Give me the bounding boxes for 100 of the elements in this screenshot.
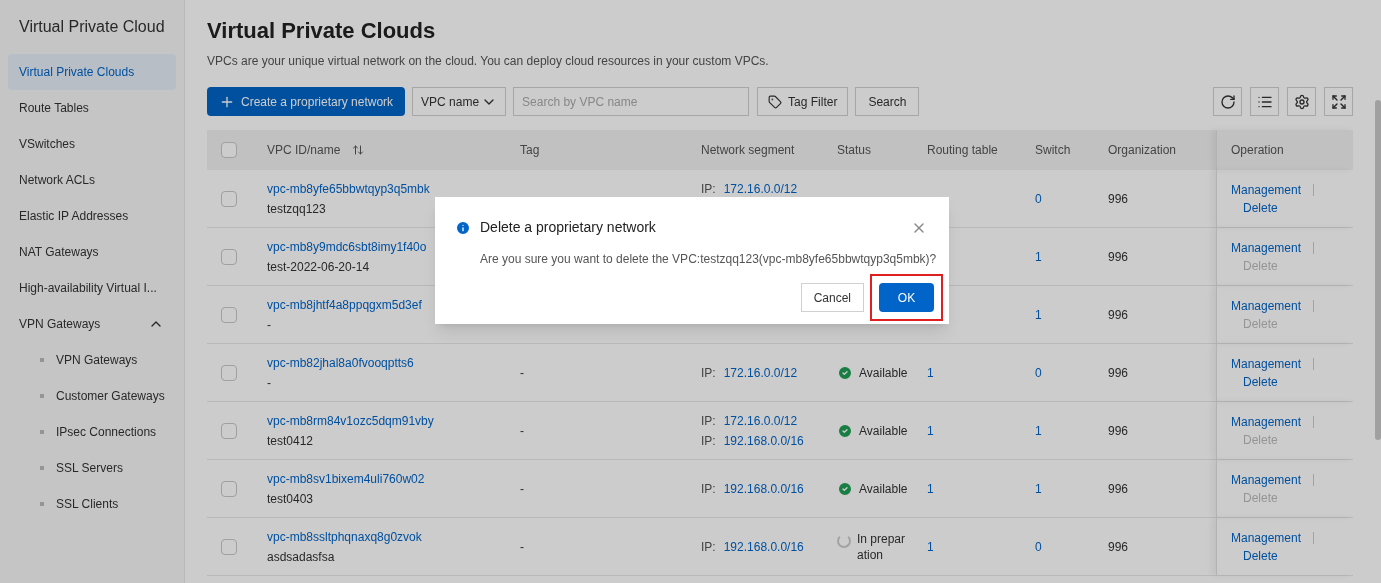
vpc-id-link[interactable]: vpc-mb8y9mdc6sbt8imy1f40o xyxy=(267,237,427,256)
checkbox[interactable] xyxy=(221,422,237,439)
vpc-id-link[interactable]: vpc-mb8yfe65bbwtqyp3q5mbk xyxy=(267,179,430,198)
vpc-name: test-2022-06-20-14 xyxy=(267,258,370,276)
checkbox[interactable] xyxy=(221,538,237,555)
list-button[interactable] xyxy=(1250,87,1279,116)
vpc-name: - xyxy=(267,316,271,334)
sidebar-item[interactable]: High-availability Virtual I... xyxy=(8,270,176,306)
fullscreen-button[interactable] xyxy=(1324,87,1353,116)
sidebar-item[interactable]: Network ACLs xyxy=(8,162,176,198)
vpc-name: test0412 xyxy=(267,432,314,450)
sidebar-item[interactable]: VPN Gateways xyxy=(8,306,176,342)
column-header: Routing table xyxy=(927,142,998,159)
organization-cell: 996 xyxy=(1108,481,1129,496)
routing-table-link[interactable]: 1 xyxy=(927,481,934,496)
column-header: Organization xyxy=(1108,142,1177,159)
switch-link[interactable]: 1 xyxy=(1035,481,1042,496)
organization-cell: 996 xyxy=(1108,307,1129,322)
segment-label: IP: xyxy=(701,181,716,198)
settings-icon xyxy=(1293,93,1310,110)
organization-cell: 996 xyxy=(1108,423,1129,438)
filter-select[interactable]: VPC name xyxy=(412,87,507,116)
segment-link[interactable]: 192.168.0.0/16 xyxy=(723,431,804,450)
tag-cell: - xyxy=(520,365,524,380)
checkbox[interactable] xyxy=(221,190,237,207)
delete-link[interactable]: Delete xyxy=(1243,372,1278,391)
organization-cell: 996 xyxy=(1108,539,1129,554)
vpc-id-link[interactable]: vpc-mb8ssltphqnaxq8g0zvok xyxy=(267,527,422,546)
scrollbar-thumb[interactable] xyxy=(1375,100,1381,440)
vpc-id-link[interactable]: vpc-mb8jhtf4a8ppqgxm5d3ef xyxy=(267,295,422,314)
switch-link[interactable]: 1 xyxy=(1035,307,1042,322)
vpc-name: - xyxy=(267,374,271,392)
switch-link[interactable]: 1 xyxy=(1035,249,1042,264)
sidebar-item[interactable]: NAT Gateways xyxy=(8,234,176,270)
checkbox[interactable] xyxy=(221,306,237,323)
tag-cell: - xyxy=(520,539,524,554)
cancel-button[interactable]: Cancel xyxy=(800,283,864,312)
switch-link[interactable]: 0 xyxy=(1035,365,1042,380)
organization-cell: 996 xyxy=(1108,191,1129,206)
vpc-name: asdsadasfsa xyxy=(267,548,335,566)
column-header: Tag xyxy=(520,142,540,159)
management-link[interactable]: Management xyxy=(1231,528,1302,547)
sidebar-item[interactable]: VPN Gateways xyxy=(8,342,176,378)
ok-button[interactable]: OK xyxy=(879,283,934,312)
sidebar-item[interactable]: Customer Gateways xyxy=(8,378,176,414)
vpc-name: testzqq123 xyxy=(267,200,326,218)
sidebar-item[interactable]: Route Tables xyxy=(8,90,176,126)
organization-cell: 996 xyxy=(1108,365,1129,380)
vpc-id-link[interactable]: vpc-mb8rm84v1ozc5dqm91vby xyxy=(267,411,434,430)
dialog-title: Delete a proprietary network xyxy=(480,218,656,237)
routing-table-link[interactable]: 1 xyxy=(927,423,934,438)
column-header: Status xyxy=(837,142,872,159)
segment-link[interactable]: 172.16.0.0/12 xyxy=(723,180,798,198)
management-link[interactable]: Management xyxy=(1231,180,1302,199)
column-header: Switch xyxy=(1035,142,1071,159)
routing-table-link[interactable]: 1 xyxy=(927,365,934,380)
management-link[interactable]: Management xyxy=(1231,354,1302,373)
segment-link[interactable]: 192.168.0.0/16 xyxy=(723,537,804,556)
sidebar-item[interactable]: Elastic IP Addresses xyxy=(8,198,176,234)
segment-label: IP: xyxy=(701,412,716,430)
segment-link[interactable]: 172.16.0.0/12 xyxy=(723,411,798,430)
switch-link[interactable]: 1 xyxy=(1035,423,1042,438)
delete-link[interactable]: Delete xyxy=(1243,546,1278,565)
refresh-button[interactable] xyxy=(1213,87,1242,116)
switch-link[interactable]: 0 xyxy=(1035,191,1042,206)
search-button[interactable]: Search xyxy=(855,87,920,116)
vpc-id-link[interactable]: vpc-mb82jhal8a0fvooqptts6 xyxy=(267,353,414,372)
sort-icon[interactable] xyxy=(352,144,365,156)
sidebar-item[interactable]: SSL Servers xyxy=(8,450,176,486)
sidebar-item[interactable]: SSL Clients xyxy=(8,486,176,522)
management-link[interactable]: Management xyxy=(1231,470,1302,489)
delete-link[interactable]: Delete xyxy=(1243,198,1278,217)
page-description: VPCs are your unique virtual network on the cloud. You can deploy cloud resources in your custom VPCs. xyxy=(207,53,770,70)
management-link[interactable]: Management xyxy=(1231,412,1302,431)
create-button[interactable]: Create a proprietary network xyxy=(207,87,406,116)
vpc-id-link[interactable]: vpc-mb8sv1bixem4uli760w02 xyxy=(267,469,425,488)
settings-button[interactable] xyxy=(1287,87,1316,116)
checkbox[interactable] xyxy=(221,248,237,265)
switch-link[interactable]: 0 xyxy=(1035,539,1042,554)
tag-filter-button[interactable]: Tag Filter xyxy=(757,87,849,116)
organization-cell: 996 xyxy=(1108,249,1129,264)
management-link[interactable]: Management xyxy=(1231,238,1302,257)
management-link[interactable]: Management xyxy=(1231,296,1302,315)
sidebar-item[interactable]: VSwitches xyxy=(8,126,176,162)
dialog-message: Are you sure you want to delete the VPC:testzqq123(vpc-mb8yfe65bbwtqyp3q5mbk)? xyxy=(480,251,937,268)
status-text: In preparation xyxy=(857,530,907,563)
checkbox[interactable] xyxy=(221,480,237,497)
checkbox[interactable] xyxy=(221,142,237,158)
bullet-icon xyxy=(40,466,44,470)
checkbox[interactable] xyxy=(221,364,237,381)
sidebar-item[interactable]: IPsec Connections xyxy=(8,414,176,450)
refresh-icon xyxy=(1219,93,1236,110)
routing-table-link[interactable]: 1 xyxy=(927,539,934,554)
tag-cell: - xyxy=(520,423,524,438)
sidebar-title: Virtual Private Cloud xyxy=(18,17,166,37)
sidebar-item[interactable]: Virtual Private Clouds xyxy=(8,54,176,90)
segment-link[interactable]: 192.168.0.0/16 xyxy=(723,479,804,498)
search-field[interactable]: Search by VPC name xyxy=(513,87,750,116)
info-icon xyxy=(455,219,471,236)
segment-link[interactable]: 172.16.0.0/12 xyxy=(723,363,798,382)
